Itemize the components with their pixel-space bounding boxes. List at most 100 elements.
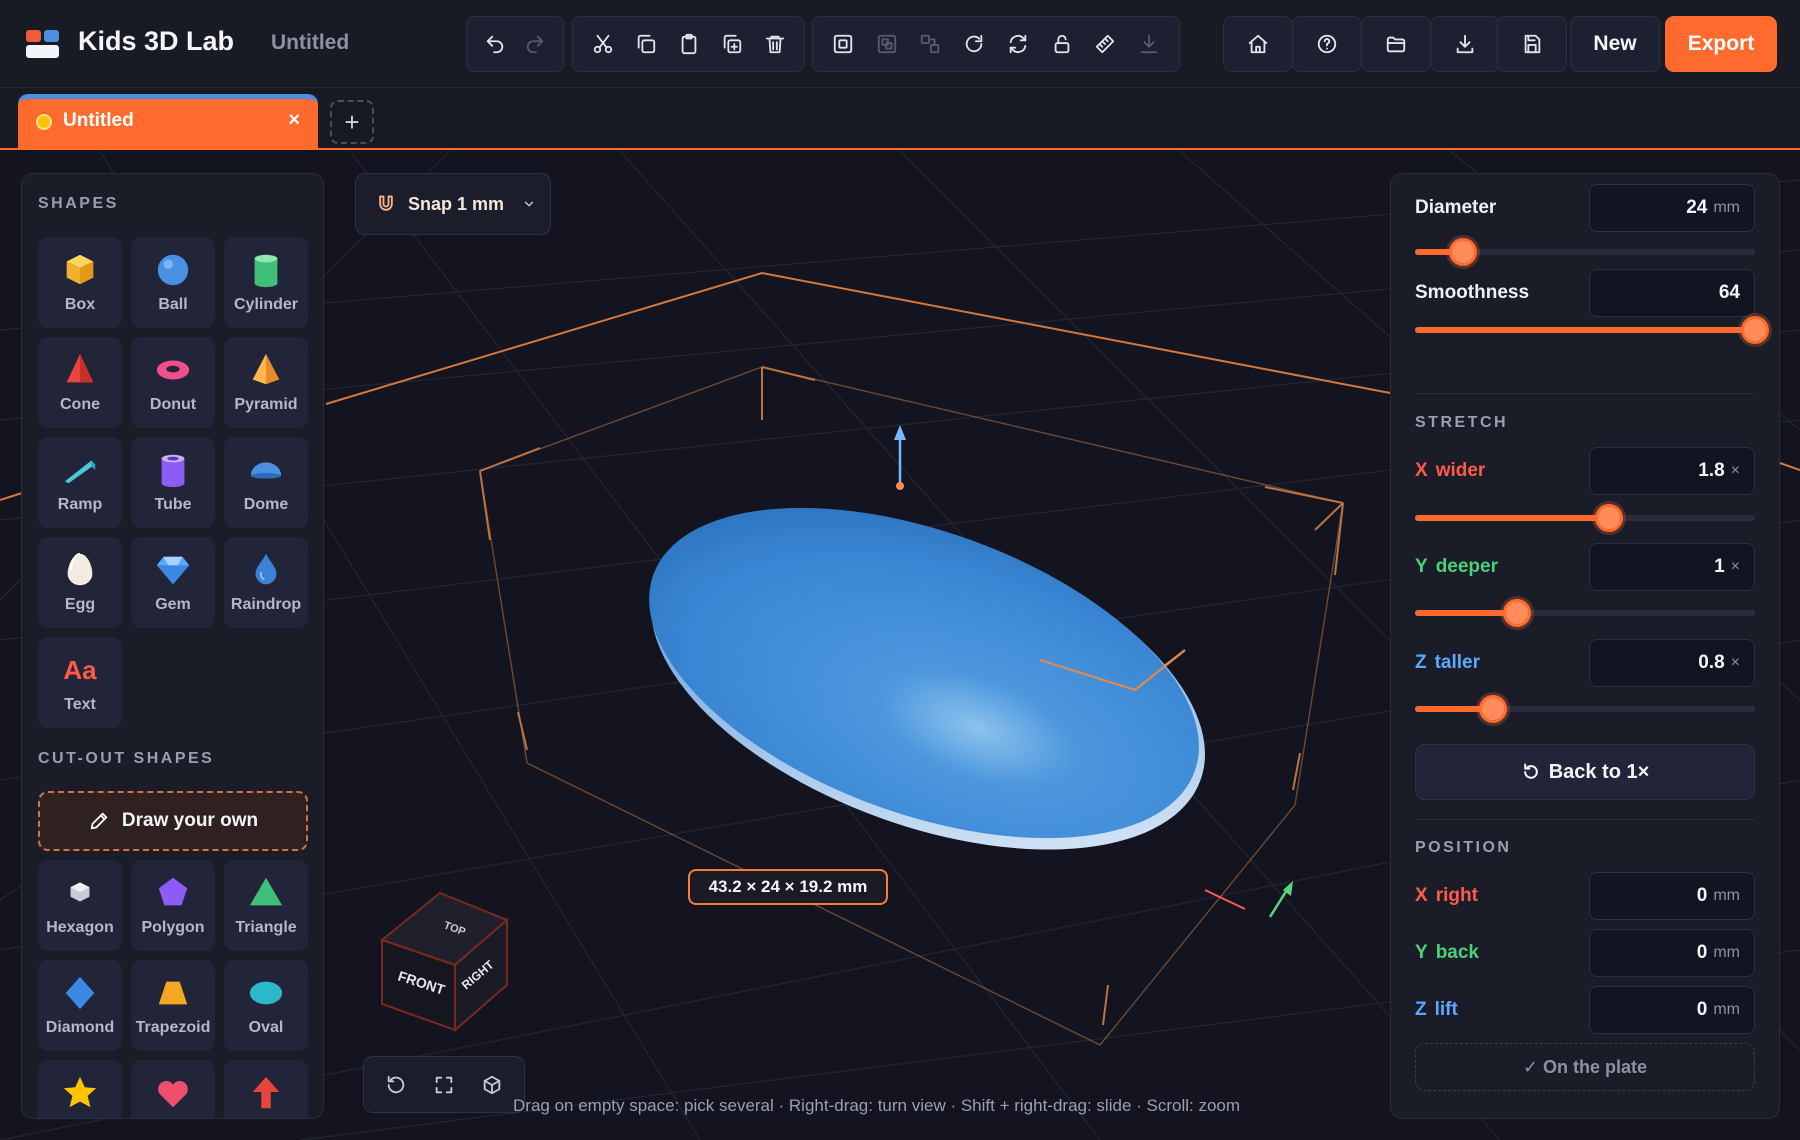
shape-pyramid[interactable]: Pyramid	[224, 337, 308, 428]
duplicate-icon[interactable]	[710, 22, 753, 66]
group-icon[interactable]	[821, 22, 865, 66]
heart-icon	[158, 1081, 188, 1108]
position-y-input[interactable]: 0 mm	[1589, 929, 1755, 977]
snap-label: Snap 1 mm	[408, 193, 505, 214]
add-tab-button[interactable]: +	[330, 100, 374, 144]
tab-close-icon[interactable]: ×	[288, 109, 300, 132]
shape-dome[interactable]: Dome	[224, 437, 308, 528]
draw-your-own-button[interactable]: Draw your own	[38, 791, 308, 851]
diameter-slider[interactable]	[1415, 238, 1755, 266]
on-the-plate-button[interactable]: ✓ On the plate	[1415, 1043, 1755, 1091]
cutout-arrow[interactable]	[224, 1060, 308, 1118]
shape-ball[interactable]: Ball	[131, 237, 215, 328]
delete-icon[interactable]	[753, 22, 796, 66]
tube-icon	[161, 454, 185, 488]
top-bar: Kids 3D Lab Untitled New Export	[0, 0, 1800, 88]
stretch-section-title: STRETCH	[1415, 414, 1509, 431]
box-icon	[66, 254, 94, 285]
smoothness-slider[interactable]	[1415, 316, 1769, 344]
cutout-hexagon[interactable]: Hexagon	[38, 860, 122, 951]
shape-egg[interactable]: Egg	[38, 537, 122, 628]
magnet-icon	[379, 195, 393, 211]
save-icon	[1524, 34, 1541, 54]
polygon-icon	[158, 877, 188, 906]
shape-cylinder[interactable]: Cylinder	[224, 237, 308, 328]
shape-text[interactable]: Aa Text	[38, 637, 122, 728]
shapes-section-title: SHAPES	[38, 195, 119, 212]
shape-ramp[interactable]: Ramp	[38, 437, 122, 528]
position-x-input[interactable]: 0 mm	[1589, 872, 1755, 920]
stretch-y-input[interactable]: 1 ×	[1589, 543, 1755, 591]
shape-donut[interactable]: Donut	[131, 337, 215, 428]
measure-icon[interactable]	[1084, 22, 1128, 66]
align-icon[interactable]	[909, 22, 953, 66]
cylinder-icon	[254, 254, 278, 288]
help-button[interactable]	[1292, 16, 1362, 72]
triangle-icon	[249, 877, 283, 906]
stretch-y-slider-handle[interactable]	[1503, 599, 1531, 627]
copy-icon[interactable]	[624, 22, 667, 66]
view-cube[interactable]: TOP FRONT RIGHT	[379, 891, 509, 1033]
stretch-z-slider-handle[interactable]	[1479, 695, 1508, 723]
snap-dropdown[interactable]: Snap 1 mm	[355, 173, 551, 235]
stretch-x-slider-handle[interactable]	[1594, 504, 1623, 532]
shape-cone[interactable]: Cone	[38, 337, 122, 428]
stretch-z-slider[interactable]	[1415, 695, 1755, 723]
position-z-input[interactable]: 0 mm	[1589, 986, 1755, 1034]
download-button[interactable]	[1430, 16, 1500, 72]
cutout-trapezoid[interactable]: Trapezoid	[131, 960, 215, 1051]
cutout-star[interactable]	[38, 1060, 122, 1118]
position-section-title: POSITION	[1415, 839, 1512, 856]
cutout-diamond[interactable]: Diamond	[38, 960, 122, 1051]
text-icon: Aa	[63, 654, 97, 685]
diamond-icon	[65, 976, 95, 1010]
shape-gem[interactable]: Gem	[131, 537, 215, 628]
tab-untitled[interactable]: Untitled ×	[18, 94, 318, 148]
stretch-x-input[interactable]: 1.8 ×	[1589, 447, 1755, 495]
smoothness-input[interactable]: 64	[1589, 269, 1755, 317]
shape-raindrop[interactable]: Raindrop	[224, 537, 308, 628]
new-button[interactable]: New	[1570, 16, 1660, 72]
app-title: Kids 3D Lab	[78, 26, 235, 56]
redo-icon[interactable]	[515, 22, 555, 66]
drop-to-plate-icon[interactable]	[1127, 22, 1171, 66]
properties-panel: Diameter 24 mm Smoothness 64 STRETCH Xwi…	[1390, 173, 1780, 1119]
back-to-1x-button[interactable]: Back to 1×	[1415, 744, 1755, 800]
perspective-cube-icon[interactable]	[481, 1074, 503, 1096]
export-button[interactable]: Export	[1665, 16, 1777, 72]
stretch-x-slider[interactable]	[1415, 504, 1755, 532]
paste-icon[interactable]	[667, 22, 710, 66]
cutout-triangle[interactable]: Triangle	[224, 860, 308, 951]
stretch-z-input[interactable]: 0.8 ×	[1589, 639, 1755, 687]
diameter-input[interactable]: 24 mm	[1589, 184, 1755, 232]
reset-view-icon[interactable]	[385, 1074, 407, 1096]
cutout-heart[interactable]	[131, 1060, 215, 1118]
cutout-oval[interactable]: Oval	[224, 960, 308, 1051]
stretch-y-label: Ydeeper	[1415, 556, 1498, 577]
diameter-slider-handle[interactable]	[1448, 238, 1477, 266]
mirror-icon[interactable]	[996, 22, 1040, 66]
undo-icon[interactable]	[475, 22, 515, 66]
fit-view-icon[interactable]	[433, 1074, 455, 1096]
ball-icon	[157, 254, 189, 286]
save-button[interactable]	[1497, 16, 1567, 72]
position-z-label: Zlift	[1415, 999, 1458, 1020]
trapezoid-icon	[158, 981, 188, 1005]
cut-icon[interactable]	[581, 22, 624, 66]
selected-ellipsoid[interactable]	[605, 442, 1250, 916]
cutout-polygon[interactable]: Polygon	[131, 860, 215, 951]
clipboard-toolbar	[572, 16, 805, 72]
open-button[interactable]	[1361, 16, 1431, 72]
rotate-icon[interactable]	[952, 22, 996, 66]
app-logo	[26, 30, 60, 58]
ungroup-icon[interactable]	[865, 22, 909, 66]
download-icon	[1456, 34, 1474, 54]
home-button[interactable]	[1223, 16, 1293, 72]
diameter-label: Diameter	[1415, 197, 1497, 218]
lock-icon[interactable]	[1040, 22, 1084, 66]
shape-box[interactable]: Box	[38, 237, 122, 328]
smoothness-slider-handle[interactable]	[1741, 316, 1769, 344]
document-title[interactable]: Untitled	[271, 31, 349, 55]
shape-tube[interactable]: Tube	[131, 437, 215, 528]
stretch-y-slider[interactable]	[1415, 599, 1755, 627]
